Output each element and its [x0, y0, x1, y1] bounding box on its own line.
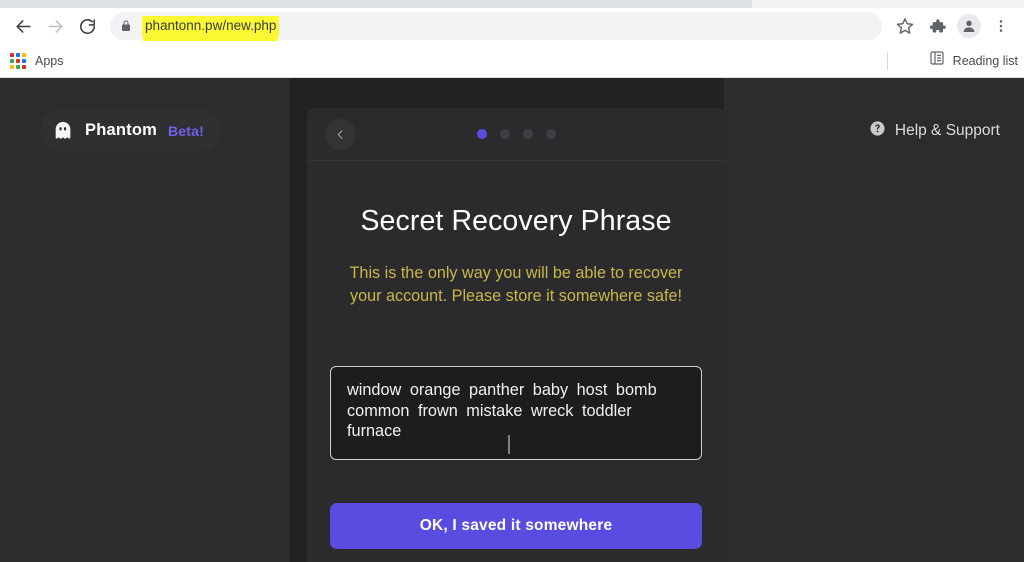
profile-avatar-icon[interactable]: [954, 11, 984, 41]
forward-button[interactable]: [40, 11, 70, 41]
help-question-circle-icon: [869, 120, 886, 142]
page-title: Secret Recovery Phrase: [360, 205, 672, 237]
reading-list-label: Reading list: [952, 53, 1018, 68]
bookmarks-separator: [887, 51, 888, 70]
phantom-page: Phantom Beta! Help & Support Secret Reco…: [0, 78, 1024, 562]
reading-list-button[interactable]: Reading list: [929, 50, 1018, 71]
more-menu-icon[interactable]: [986, 11, 1016, 41]
bookmarks-bar: Apps Reading list: [0, 44, 1024, 78]
pager-dot-2[interactable]: [499, 129, 510, 139]
save-confirm-button[interactable]: OK, I saved it somewhere: [330, 503, 702, 549]
page-right-panel: [724, 78, 1024, 562]
modal-body: Secret Recovery Phrase This is the only …: [307, 205, 725, 549]
apps-label: Apps: [35, 53, 64, 68]
help-support-link[interactable]: Help & Support: [869, 120, 1000, 142]
modal-pager-dots: [307, 129, 725, 139]
warning-text: This is the only way you will be able to…: [349, 264, 683, 305]
pager-dot-4[interactable]: [545, 129, 556, 139]
pager-dot-3[interactable]: [522, 129, 533, 139]
text-cursor: [508, 435, 510, 454]
help-support-label: Help & Support: [894, 122, 1000, 139]
lock-icon: [120, 19, 132, 33]
reading-list-icon: [929, 50, 945, 71]
extensions-puzzle-icon[interactable]: [922, 11, 952, 41]
phantom-beta-badge: Beta!: [167, 122, 204, 139]
recovery-phrase-words: window orange panther baby host bomb com…: [347, 381, 657, 440]
back-button[interactable]: [8, 11, 38, 41]
recovery-phrase-modal: Secret Recovery Phrase This is the only …: [307, 108, 725, 562]
bookmark-star-icon[interactable]: [890, 11, 920, 41]
recovery-phrase-box[interactable]: window orange panther baby host bomb com…: [330, 366, 702, 460]
apps-shortcut[interactable]: Apps: [10, 52, 64, 69]
phantom-brand-name: Phantom: [85, 121, 157, 139]
browser-chrome: phantonn.pw/new.php Apps Reading list: [0, 0, 1024, 78]
modal-header: [307, 108, 725, 161]
reload-button[interactable]: [72, 11, 102, 41]
browser-tab-strip[interactable]: [0, 0, 1024, 8]
address-bar[interactable]: phantonn.pw/new.php: [110, 12, 882, 40]
url-text: phantonn.pw/new.php: [142, 16, 280, 36]
apps-grid-icon: [10, 52, 26, 69]
pager-dot-1[interactable]: [476, 129, 487, 139]
phantom-ghost-icon: [52, 120, 74, 142]
browser-toolbar: phantonn.pw/new.php: [0, 8, 1024, 44]
phantom-brand: Phantom Beta!: [40, 110, 222, 151]
